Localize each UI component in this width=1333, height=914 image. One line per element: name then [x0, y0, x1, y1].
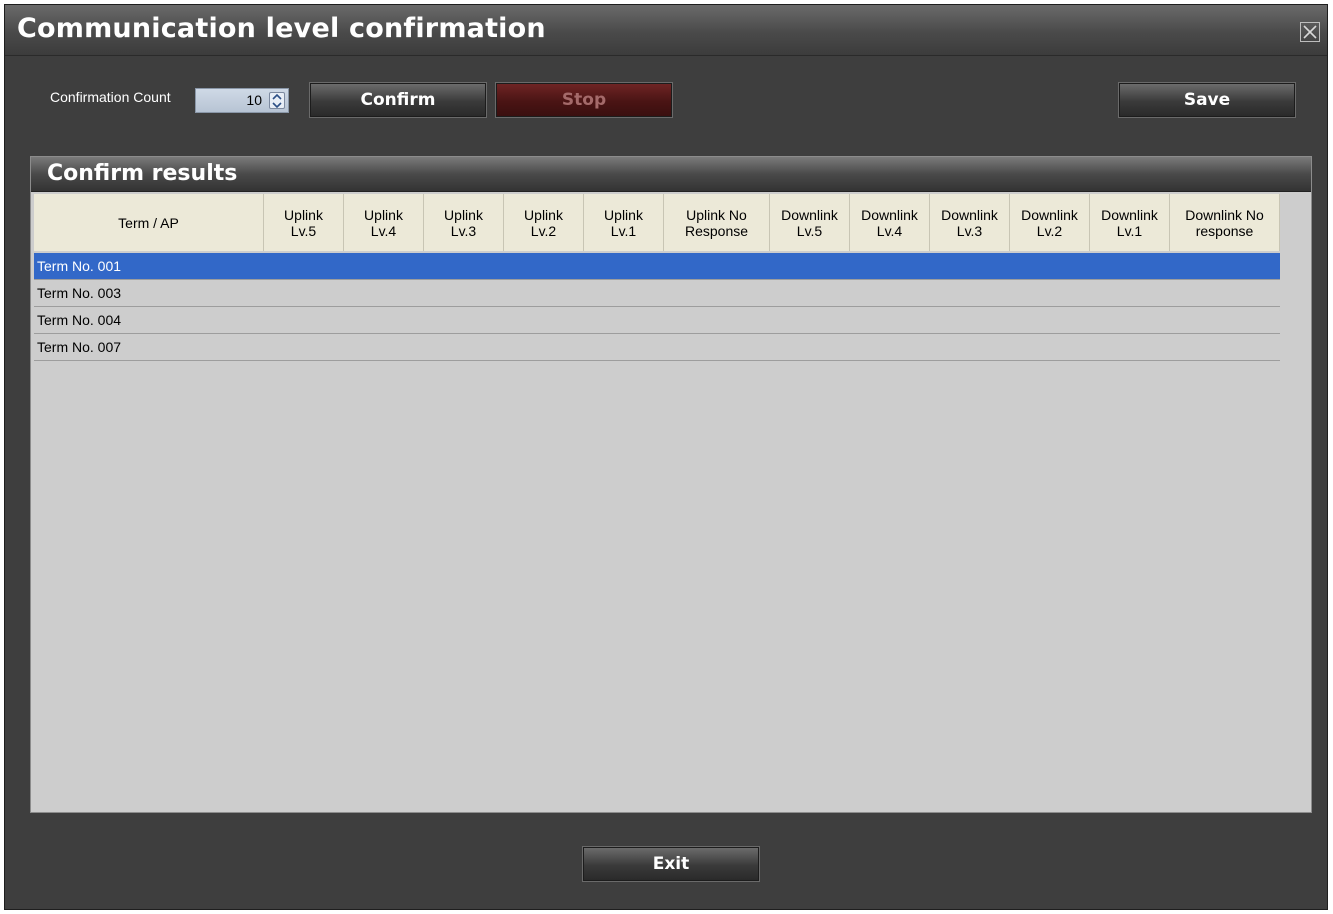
- window-title: Communication level confirmation: [17, 13, 546, 44]
- column-header[interactable]: Uplink No Response: [664, 194, 770, 251]
- exit-button[interactable]: Exit: [582, 846, 760, 882]
- column-header[interactable]: Downlink No response: [1170, 194, 1280, 251]
- save-button[interactable]: Save: [1118, 82, 1296, 118]
- confirmation-count-label: Confirmation Count: [50, 89, 171, 105]
- stop-button[interactable]: Stop: [495, 82, 673, 118]
- communication-level-window: Communication level confirmation Confirm…: [4, 4, 1328, 910]
- column-header[interactable]: Uplink Lv.5: [264, 194, 344, 251]
- term-cell: Term No. 007: [37, 339, 122, 355]
- column-header[interactable]: Uplink Lv.2: [504, 194, 584, 251]
- table-row[interactable]: Term No. 003: [34, 280, 1280, 307]
- column-header[interactable]: Downlink Lv.5: [770, 194, 850, 251]
- column-header[interactable]: Downlink Lv.3: [930, 194, 1010, 251]
- term-cell: Term No. 004: [37, 312, 122, 328]
- column-header[interactable]: Downlink Lv.4: [850, 194, 930, 251]
- confirm-results-panel: Confirm results Term / AP Uplink Lv.5 Upli…: [30, 156, 1312, 813]
- term-cell: Term No. 003: [37, 285, 122, 301]
- confirmation-count-stepper[interactable]: 10: [195, 88, 289, 113]
- confirm-button[interactable]: Confirm: [309, 82, 487, 118]
- column-header[interactable]: Downlink Lv.2: [1010, 194, 1090, 251]
- confirmation-count-value[interactable]: 10: [246, 92, 262, 108]
- table-row[interactable]: Term No. 007: [34, 334, 1280, 361]
- column-header[interactable]: Uplink Lv.4: [344, 194, 424, 251]
- column-header[interactable]: Term / AP: [34, 194, 264, 251]
- table-row[interactable]: Term No. 001: [34, 253, 1280, 280]
- term-cell: Term No. 001: [37, 258, 122, 274]
- panel-header: Confirm results: [31, 157, 1311, 192]
- column-header[interactable]: Uplink Lv.1: [584, 194, 664, 251]
- close-icon: [1303, 25, 1317, 39]
- table-row[interactable]: Term No. 004: [34, 307, 1280, 334]
- title-bar: Communication level confirmation: [5, 5, 1327, 56]
- table-body: Term No. 001 Term No. 003 Term No. 004 Term…: [34, 253, 1280, 361]
- close-button[interactable]: [1300, 22, 1320, 42]
- up-down-arrows-icon: [272, 93, 282, 109]
- table-header: Term / AP Uplink Lv.5 Uplink Lv.4 Uplink Lv…: [34, 194, 1280, 251]
- column-header[interactable]: Downlink Lv.1: [1090, 194, 1170, 251]
- column-header[interactable]: Uplink Lv.3: [424, 194, 504, 251]
- panel-title: Confirm results: [47, 161, 238, 186]
- spinner-buttons[interactable]: [269, 92, 285, 109]
- results-table: Term / AP Uplink Lv.5 Uplink Lv.4 Uplink Lv…: [34, 194, 1280, 361]
